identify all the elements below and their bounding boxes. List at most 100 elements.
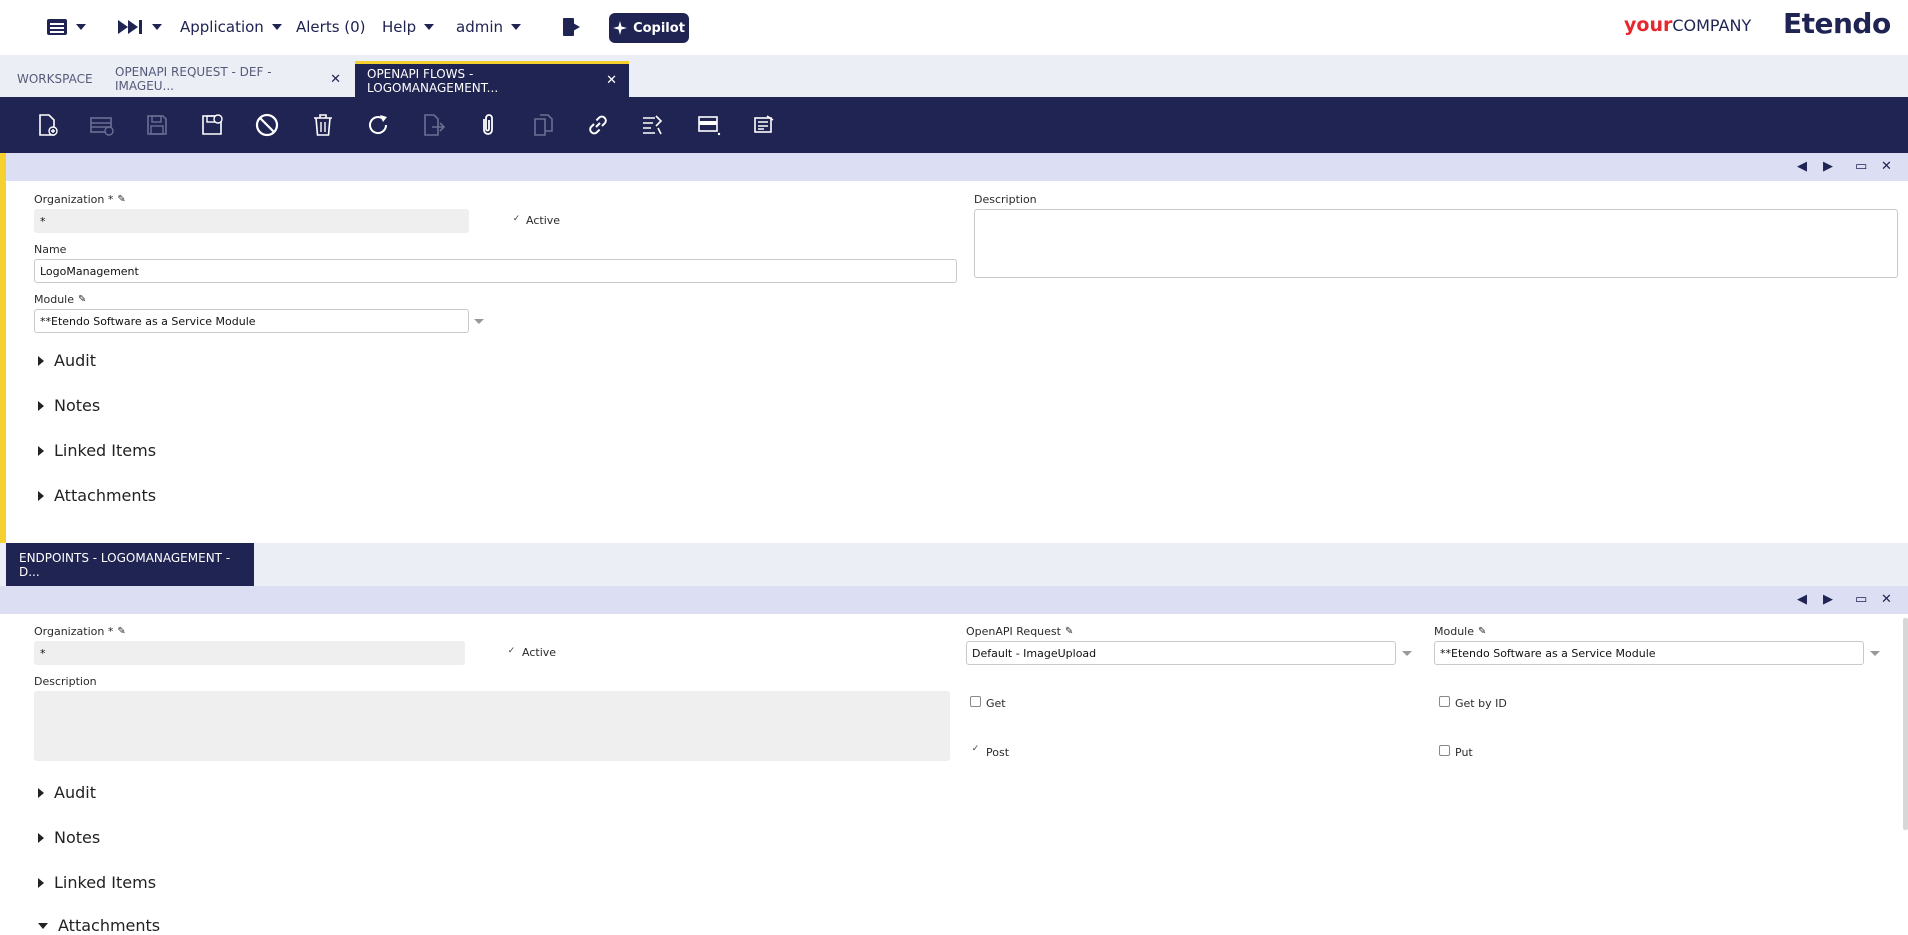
openapi-request-label-text: OpenAPI Request (966, 625, 1061, 638)
audit-trail-icon (643, 115, 663, 135)
copilot-button[interactable]: Copilot (609, 13, 689, 43)
get-by-id-checkbox[interactable] (1439, 696, 1450, 707)
chevron-down-icon (152, 24, 162, 30)
fast-forward-icon (118, 20, 142, 34)
section-attachments[interactable]: Attachments (38, 486, 156, 505)
tab-label: OPENAPI FLOWS - LOGOMANAGEMENT... (367, 66, 499, 95)
tab-openapi-flows[interactable]: OPENAPI FLOWS - LOGOMANAGEMENT... ✕ (355, 61, 629, 97)
endpoint-section-linked-items[interactable]: Linked Items (38, 873, 156, 892)
get-by-id-label: Get by ID (1455, 697, 1507, 710)
delete-button[interactable] (309, 111, 337, 139)
workspace-menu-button[interactable] (46, 18, 86, 36)
section-label: Notes (54, 828, 101, 847)
user-menu[interactable]: admin (456, 18, 521, 36)
section-linked-items[interactable]: Linked Items (38, 441, 156, 460)
section-notes[interactable]: Notes (38, 396, 100, 415)
expand-icon (38, 877, 44, 888)
logout-icon (563, 18, 580, 36)
next-record-icon[interactable]: ▶ (1823, 159, 1833, 174)
openapi-request-select[interactable]: Default - ImageUpload (966, 641, 1396, 665)
organization-label-text: Organization * (34, 193, 114, 206)
close-icon[interactable]: ✕ (1881, 159, 1892, 174)
undo-button[interactable] (253, 111, 281, 139)
export-button[interactable] (419, 111, 447, 139)
help-menu[interactable]: Help (382, 18, 435, 36)
put-checkbox[interactable] (1439, 745, 1450, 756)
section-label: Audit (54, 351, 96, 370)
pencil-icon[interactable]: ✎ (117, 626, 125, 637)
etendo-logo: Etendo (1783, 7, 1891, 40)
endpoint-section-attachments[interactable]: Attachments (38, 916, 160, 935)
chevron-down-icon (76, 24, 86, 30)
endpoint-section-notes[interactable]: Notes (38, 828, 100, 847)
refresh-button[interactable] (364, 111, 392, 139)
close-icon[interactable]: ✕ (606, 73, 617, 88)
endpoint-section-audit[interactable]: Audit (38, 783, 96, 802)
endpoint-active-checkbox[interactable]: ✓ (506, 647, 517, 658)
clone-button[interactable] (529, 111, 557, 139)
company-logo-your: your (1624, 14, 1673, 36)
grid-view-button[interactable] (695, 111, 723, 139)
openapi-request-label: OpenAPI Request ✎ (966, 625, 1073, 638)
application-menu[interactable]: Application (180, 18, 282, 36)
section-label: Attachments (58, 916, 161, 935)
name-label: Name (34, 243, 67, 256)
alerts-link[interactable]: Alerts (0) (296, 18, 366, 36)
save-close-button[interactable] (198, 111, 226, 139)
section-audit[interactable]: Audit (38, 351, 96, 370)
endpoint-description-field[interactable] (34, 691, 950, 761)
pencil-icon[interactable]: ✎ (1065, 626, 1073, 637)
endpoint-organization-label: Organization * ✎ (34, 625, 126, 638)
chevron-down-icon[interactable] (474, 319, 484, 324)
logout-button[interactable] (560, 16, 582, 38)
organization-label: Organization * ✎ (34, 193, 126, 206)
endpoint-module-select[interactable]: **Etendo Software as a Service Module (1434, 641, 1864, 665)
endpoint-description-label: Description (34, 675, 97, 688)
new-record-button[interactable] (33, 111, 61, 139)
section-label: Audit (54, 783, 96, 802)
sparkle-icon (613, 21, 628, 35)
previous-record-icon[interactable]: ◀ (1797, 592, 1807, 607)
tab-openapi-request[interactable]: OPENAPI REQUEST - DEF - IMAGEU... ✕ (103, 61, 353, 97)
audit-trail-button[interactable] (639, 111, 667, 139)
chevron-down-icon[interactable] (1870, 651, 1880, 656)
expand-icon (38, 400, 44, 411)
name-field[interactable]: LogoManagement (34, 259, 957, 283)
tab-workspace[interactable]: WORKSPACE (5, 61, 101, 97)
pencil-icon[interactable]: ✎ (78, 294, 86, 305)
module-select[interactable]: **Etendo Software as a Service Module (34, 309, 469, 333)
post-checkbox[interactable]: ✓ (970, 745, 981, 756)
maximize-icon[interactable]: ▭ (1855, 159, 1867, 174)
module-label: Module ✎ (34, 293, 86, 306)
chevron-down-icon[interactable] (1402, 651, 1412, 656)
vertical-scrollbar[interactable] (1903, 618, 1908, 830)
previous-record-icon[interactable]: ◀ (1797, 159, 1807, 174)
organization-label-text: Organization * (34, 625, 114, 638)
link-icon (589, 115, 607, 135)
chevron-down-icon (271, 24, 282, 30)
maximize-icon[interactable]: ▭ (1855, 592, 1867, 607)
pencil-icon[interactable]: ✎ (1478, 626, 1486, 637)
close-icon[interactable]: ✕ (1881, 592, 1892, 607)
save-button[interactable] (143, 111, 171, 139)
save-close-icon (202, 114, 223, 135)
link-button[interactable] (584, 111, 612, 139)
tab-label: ENDPOINTS - LOGOMANAGEMENT - D... (19, 550, 231, 579)
tab-endpoints[interactable]: ENDPOINTS - LOGOMANAGEMENT - D... (6, 543, 254, 586)
next-record-icon[interactable]: ▶ (1823, 592, 1833, 607)
attachment-button[interactable] (474, 111, 502, 139)
collapse-icon (38, 922, 48, 929)
close-icon[interactable]: ✕ (330, 72, 341, 87)
get-checkbox[interactable] (970, 696, 981, 707)
pencil-icon[interactable]: ✎ (117, 194, 125, 205)
new-row-button[interactable] (88, 111, 116, 139)
active-checkbox[interactable]: ✓ (511, 215, 522, 226)
organization-field[interactable]: * (34, 209, 469, 233)
attachment-icon (483, 114, 493, 135)
endpoint-organization-field[interactable]: * (34, 641, 465, 665)
tab-label: WORKSPACE (17, 72, 93, 86)
quick-launch-button[interactable] (116, 18, 162, 36)
new-row-icon (90, 117, 114, 136)
description-field[interactable] (974, 209, 1898, 278)
notes-button[interactable] (750, 111, 778, 139)
